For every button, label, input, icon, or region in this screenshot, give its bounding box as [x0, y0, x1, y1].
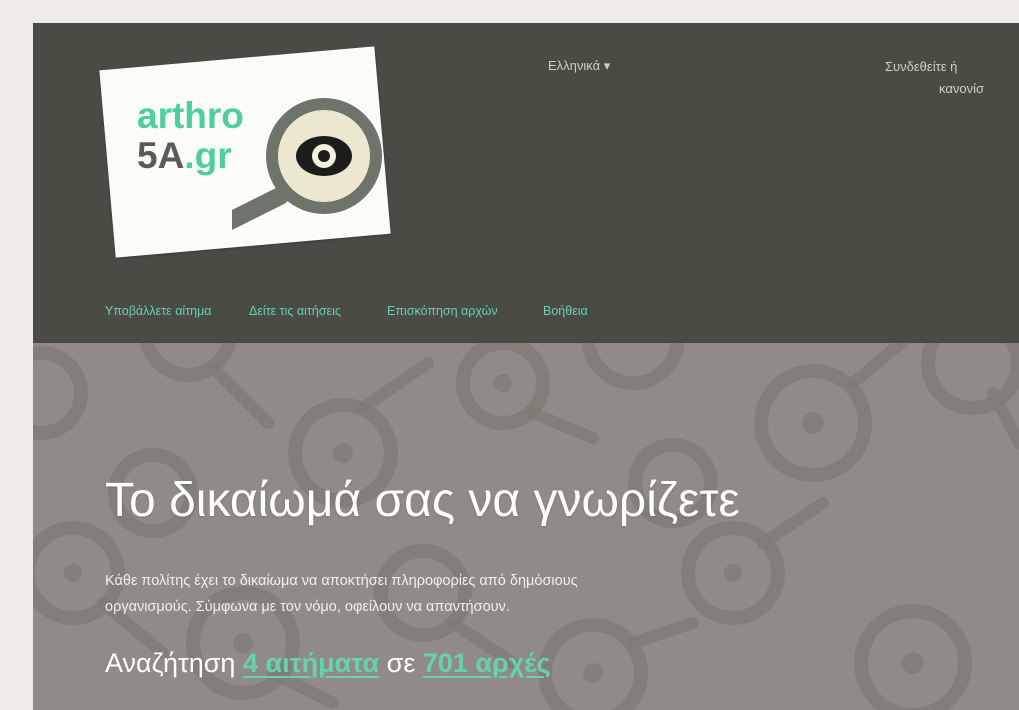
hero-search-summary: Αναζήτηση 4 αιτήματα σε 701 αρχές: [105, 648, 551, 679]
language-selector[interactable]: Ελληνικά ▾: [548, 58, 610, 74]
logo-wordmark: arthro 5A.gr: [137, 96, 244, 176]
search-mid: σε: [386, 648, 416, 678]
logo-line2-suffix: .gr: [184, 135, 232, 176]
nav-item-help[interactable]: Βοήθεια: [543, 304, 588, 318]
requests-count-link[interactable]: 4 αιτήματα: [243, 648, 379, 678]
hero-description-line2: οργανισμούς. Σύμφωνα με τον νόμο, οφείλο…: [105, 599, 510, 615]
nav-item-make-request[interactable]: Υποβάλλετε αίτημα: [105, 304, 212, 318]
site-logo[interactable]: arthro 5A.gr: [99, 38, 407, 258]
magnifier-eye-icon: [232, 98, 382, 231]
page-frame: arthro 5A.gr Ελληνικά ▾ Συνδεθείτε ή καν…: [33, 23, 1019, 710]
hero-description-line1: Κάθε πολίτης έχει το δικαίωμα να αποκτήσ…: [105, 573, 578, 589]
main-nav: Υποβάλλετε αίτημα Δείτε τις αιτήσεις Επι…: [33, 275, 1019, 343]
logo-line2: 5A.gr: [137, 136, 244, 176]
nav-item-view-requests[interactable]: Δείτε τις αιτήσεις: [249, 304, 341, 318]
search-prefix: Αναζήτηση: [105, 648, 236, 678]
logo-line1: arthro: [137, 95, 244, 136]
site-header: arthro 5A.gr Ελληνικά ▾ Συνδεθείτε ή καν…: [33, 23, 1019, 275]
hero-description: Κάθε πολίτης έχει το δικαίωμα να αποκτήσ…: [105, 568, 1005, 620]
hero-banner: Το δικαίωμά σας να γνωρίζετε Κάθε πολίτη…: [33, 343, 1019, 710]
authorities-count-link[interactable]: 701 αρχές: [423, 648, 551, 678]
login-line2: κανονίσ: [939, 81, 984, 96]
nav-item-authorities[interactable]: Επισκόπηση αρχών: [387, 304, 498, 318]
logo-line2-main: 5A: [137, 135, 185, 176]
login-link[interactable]: Συνδεθείτε ή κανονίσ: [885, 56, 1019, 100]
hero-title: Το δικαίωμά σας να γνωρίζετε: [105, 474, 740, 527]
login-line1: Συνδεθείτε ή: [885, 59, 958, 74]
